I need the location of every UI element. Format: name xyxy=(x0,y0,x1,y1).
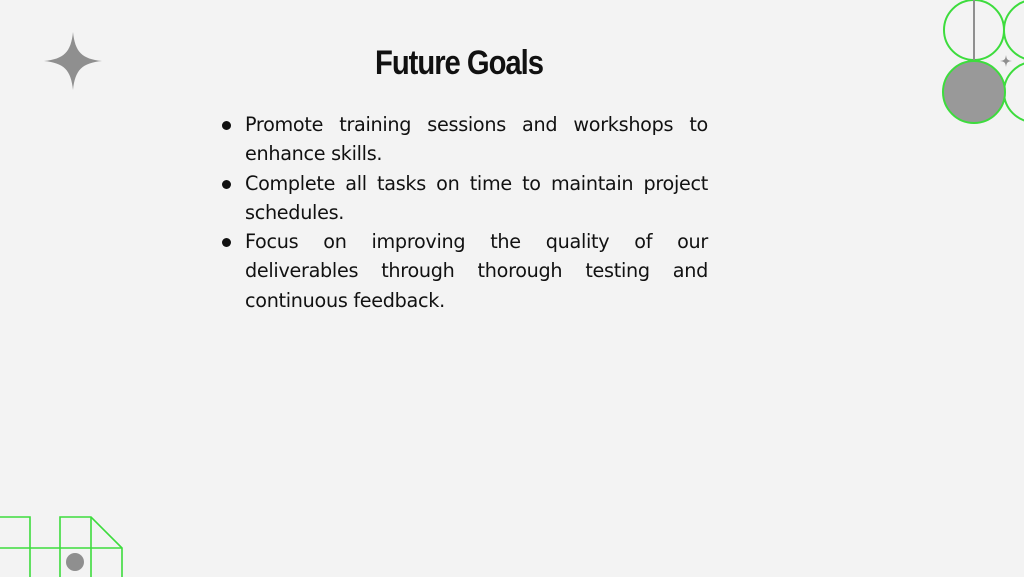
list-item: Promote training sessions and workshops … xyxy=(222,110,708,169)
bullet-dot-icon xyxy=(222,121,231,130)
slide: Future Goals Promote training sessions a… xyxy=(0,0,1024,577)
bullet-dot-icon xyxy=(222,238,231,248)
list-item-text: Promote training sessions and workshops … xyxy=(245,113,708,166)
list-item: Complete all tasks on time to maintain p… xyxy=(222,169,708,228)
list-item-text: Complete all tasks on time to maintain p… xyxy=(245,171,708,224)
grid-decoration xyxy=(0,516,123,577)
outline-circle-bottom-right xyxy=(1003,62,1024,122)
list-item: Focus on improving the quality of our de… xyxy=(222,227,708,315)
filled-circle xyxy=(942,60,1006,124)
outline-circle-top-right xyxy=(1003,0,1024,60)
goals-list: Promote training sessions and workshops … xyxy=(222,110,708,315)
slide-title: Future Goals xyxy=(375,44,544,82)
list-item-text: Focus on improving the quality of our de… xyxy=(245,230,708,312)
gray-dot xyxy=(66,553,84,571)
bullet-dot-icon xyxy=(222,179,231,189)
small-star-icon xyxy=(1000,55,1012,67)
circles-decoration xyxy=(942,0,1024,124)
